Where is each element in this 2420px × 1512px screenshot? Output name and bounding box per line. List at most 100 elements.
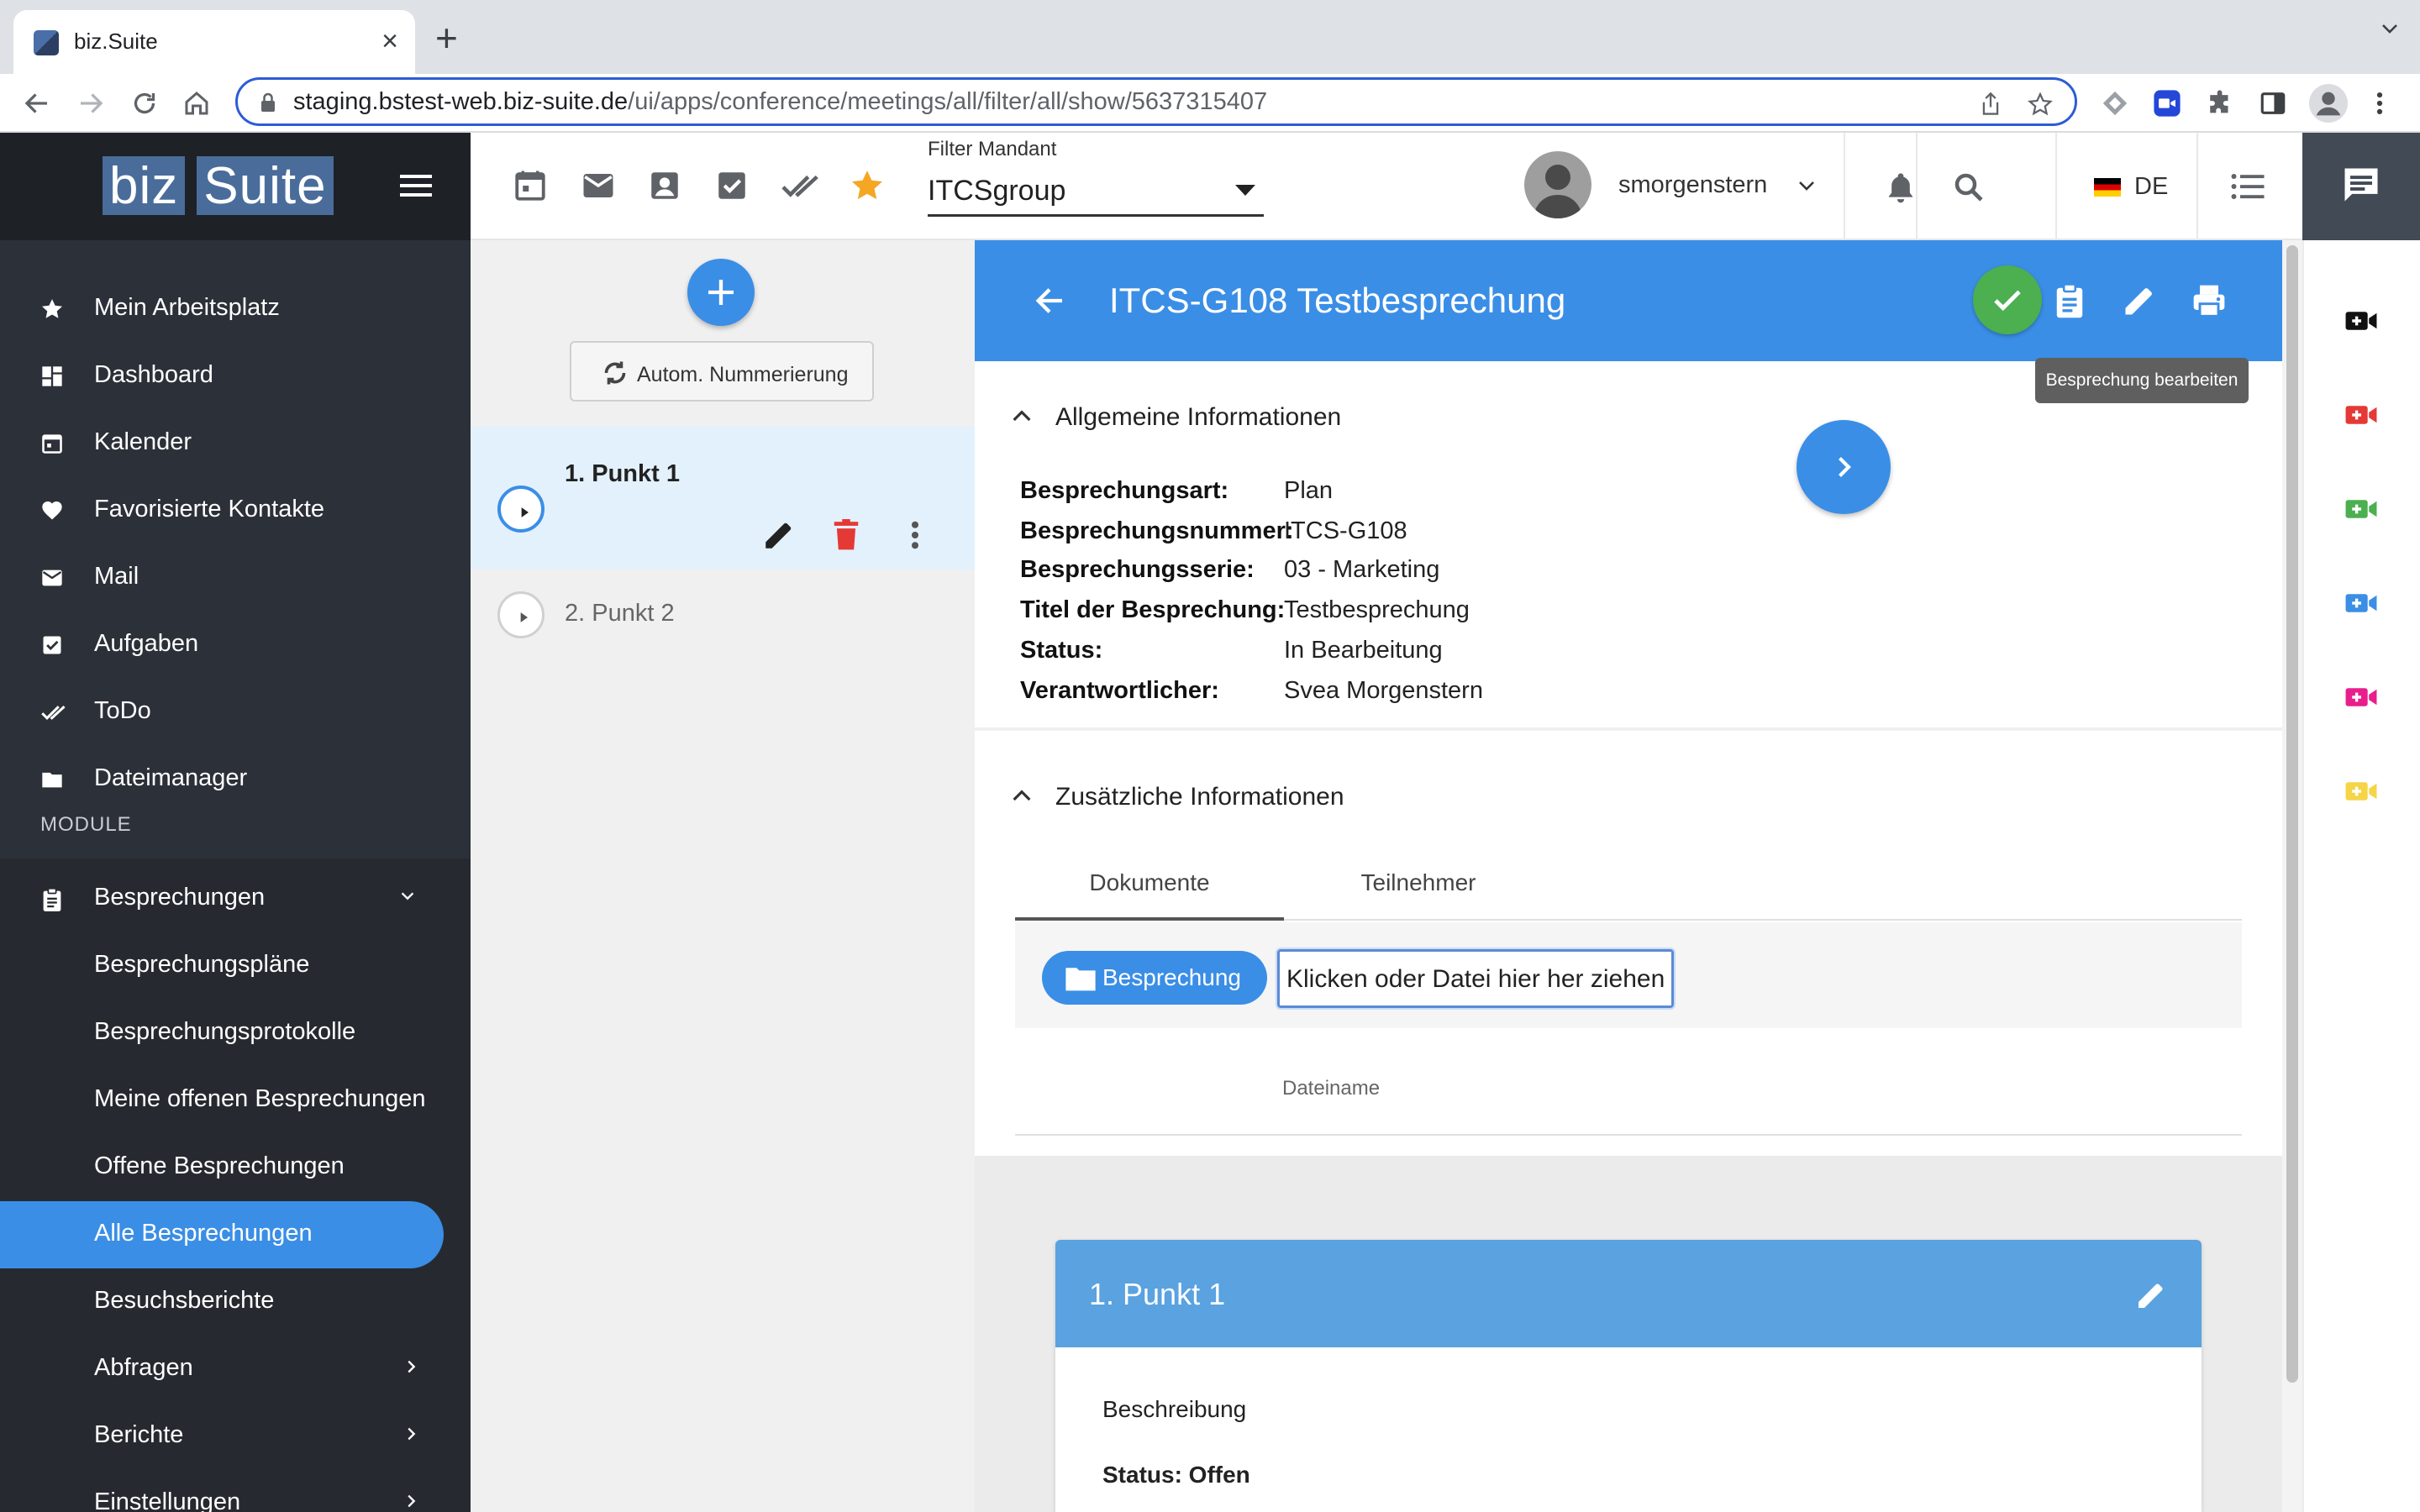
list-view-icon[interactable] (2230, 171, 2265, 202)
sidebar-item-label: ToDo (94, 697, 151, 724)
sidebar-item-kalender[interactable]: Kalender (0, 410, 471, 477)
video-add-icon[interactable] (2344, 778, 2378, 805)
bookmark-star-icon[interactable] (2028, 92, 2053, 117)
sidebar-item-arbeitsplatz[interactable]: Mein Arbeitsplatz (0, 276, 471, 343)
video-add-icon[interactable] (2344, 590, 2378, 617)
edit-point-icon[interactable] (761, 517, 797, 553)
video-add-icon[interactable] (2344, 684, 2378, 711)
double-check-icon[interactable] (780, 168, 822, 203)
task-checkbox-icon[interactable] (714, 168, 750, 203)
sidebar-subitem-alle[interactable]: Alle Besprechungen (0, 1201, 444, 1268)
filename-column-header[interactable]: Dateiname (1282, 1077, 1380, 1100)
sidebar-item-label: Mail (94, 563, 139, 590)
sidebar-item-dateimanager[interactable]: Dateimanager (0, 746, 471, 813)
reload-icon[interactable] (129, 88, 160, 118)
tab-label: Dokumente (1089, 869, 1210, 895)
video-add-icon[interactable] (2344, 496, 2378, 522)
tab-dokumente[interactable]: Dokumente (1015, 853, 1284, 921)
new-tab-icon[interactable]: + (435, 18, 458, 57)
extension-video-icon[interactable] (2153, 89, 2181, 118)
sidebar-subitem-protokolle[interactable]: Besprechungsprotokolle (0, 1000, 444, 1067)
complete-meeting-button[interactable] (1973, 265, 2042, 334)
user-avatar[interactable] (1524, 151, 1591, 218)
header-divider (2055, 133, 2057, 240)
sidebar-item-dashboard[interactable]: Dashboard (0, 343, 471, 410)
info-value: Plan (1284, 477, 1334, 504)
agenda-point-item[interactable]: 2. Punkt 2 (471, 570, 975, 654)
username[interactable]: smorgenstern (1618, 171, 1767, 199)
chat-toggle[interactable] (2302, 133, 2420, 240)
extension-diamond-icon[interactable] (2101, 89, 2129, 118)
language-code: DE (2134, 173, 2169, 200)
expand-point-button[interactable] (497, 486, 544, 533)
sidebar-subitem-abfragen[interactable]: Abfragen (0, 1336, 444, 1403)
edit-meeting-pencil-icon[interactable] (2121, 282, 2158, 319)
chevron-right-icon (1839, 457, 1851, 477)
auto-numbering-button[interactable]: Autom. Nummerierung (570, 341, 874, 402)
share-icon[interactable] (1979, 92, 2002, 117)
scrollbar-thumb[interactable] (2286, 245, 2298, 1383)
side-panel-icon[interactable] (2259, 89, 2287, 118)
user-menu-chevron-icon[interactable] (1797, 178, 1817, 193)
sidebar-subitem-einstellungen[interactable]: Einstellungen (0, 1470, 444, 1512)
forward-icon[interactable] (76, 88, 106, 118)
video-call-rail (2302, 240, 2420, 1512)
print-icon[interactable] (2190, 282, 2228, 319)
file-drop-zone[interactable]: Klicken oder Datei hier her ziehen (1276, 948, 1676, 1010)
meeting-folder-button[interactable]: Besprechung (1042, 951, 1267, 1005)
expand-point-button[interactable] (497, 591, 544, 638)
edit-point-pencil-icon[interactable] (2134, 1278, 2168, 1312)
close-tab-icon[interactable]: × (381, 24, 398, 58)
agenda-point-item[interactable]: 1. Punkt 1 (471, 427, 975, 570)
next-point-button[interactable] (1797, 420, 1891, 514)
browser-menu-icon[interactable] (2371, 89, 2388, 118)
notification-bell-icon[interactable] (1884, 170, 1918, 205)
sidebar-item-mail[interactable]: Mail (0, 544, 471, 612)
tab-teilnehmer[interactable]: Teilnehmer (1284, 853, 1553, 921)
sidebar-item-label: Dashboard (94, 361, 213, 388)
browser-tab[interactable]: biz.Suite × (13, 10, 415, 74)
calendar-icon[interactable] (513, 168, 548, 203)
favorite-star-icon[interactable] (849, 168, 886, 203)
video-add-icon[interactable] (2344, 402, 2378, 428)
plus-icon (708, 280, 734, 305)
lock-icon[interactable] (258, 92, 278, 113)
sidebar-subitem-besuchsberichte[interactable]: Besuchsberichte (0, 1268, 444, 1336)
language-switch[interactable]: DE (2094, 173, 2168, 201)
extensions-puzzle-icon[interactable] (2207, 89, 2235, 118)
back-arrow-icon[interactable] (1032, 284, 1067, 318)
main-scrollbar[interactable] (2282, 240, 2302, 1512)
search-icon[interactable] (1951, 170, 1986, 205)
sidebar-subitem-berichte[interactable]: Berichte (0, 1403, 444, 1470)
drop-zone-label: Klicken oder Datei hier her ziehen (1286, 965, 1665, 993)
more-vert-icon[interactable] (909, 517, 921, 553)
add-point-button[interactable] (687, 259, 755, 326)
sidebar-subitem-offene[interactable]: Offene Besprechungen (0, 1134, 444, 1201)
meeting-header: ITCS-G108 Testbesprechung (975, 240, 2282, 361)
tab-search-chevron-icon[interactable] (2380, 18, 2400, 39)
bizsuite-logo[interactable]: biz Suite (103, 156, 334, 215)
sidebar-subitem-meine-offenen[interactable]: Meine offenen Besprechungen (0, 1067, 444, 1134)
protocol-clipboard-icon[interactable] (2052, 282, 2087, 319)
app-top-bar: Filter Mandant ITCSgroup smorgenstern DE (471, 133, 2302, 240)
contact-icon[interactable] (647, 168, 682, 203)
filter-mandant-select[interactable]: ITCSgroup (928, 170, 1264, 217)
section-title: Zusätzliche Informationen (1055, 783, 1344, 811)
menu-toggle-icon[interactable] (400, 173, 432, 198)
video-add-icon[interactable] (2344, 307, 2378, 334)
filter-mandant-value: ITCSgroup (928, 175, 1066, 207)
chat-icon (2344, 168, 2378, 202)
header-divider (1844, 133, 1845, 240)
profile-avatar-icon[interactable] (2309, 84, 2348, 123)
sidebar-subitem-plaene[interactable]: Besprechungspläne (0, 932, 444, 1000)
sidebar-subitem-label: Offene Besprechungen (94, 1152, 345, 1179)
address-bar[interactable]: staging.bstest-web.biz-suite.de/ui/apps/… (235, 77, 2077, 126)
mail-icon[interactable] (580, 168, 617, 203)
home-icon[interactable] (182, 88, 212, 118)
back-icon[interactable] (22, 88, 52, 118)
sidebar-item-todo[interactable]: ToDo (0, 679, 471, 746)
sidebar-item-besprechungen[interactable]: Besprechungen (0, 865, 471, 932)
sidebar-item-favoriten[interactable]: Favorisierte Kontakte (0, 477, 471, 544)
sidebar-item-aufgaben[interactable]: Aufgaben (0, 612, 471, 679)
delete-point-icon[interactable] (830, 517, 862, 553)
